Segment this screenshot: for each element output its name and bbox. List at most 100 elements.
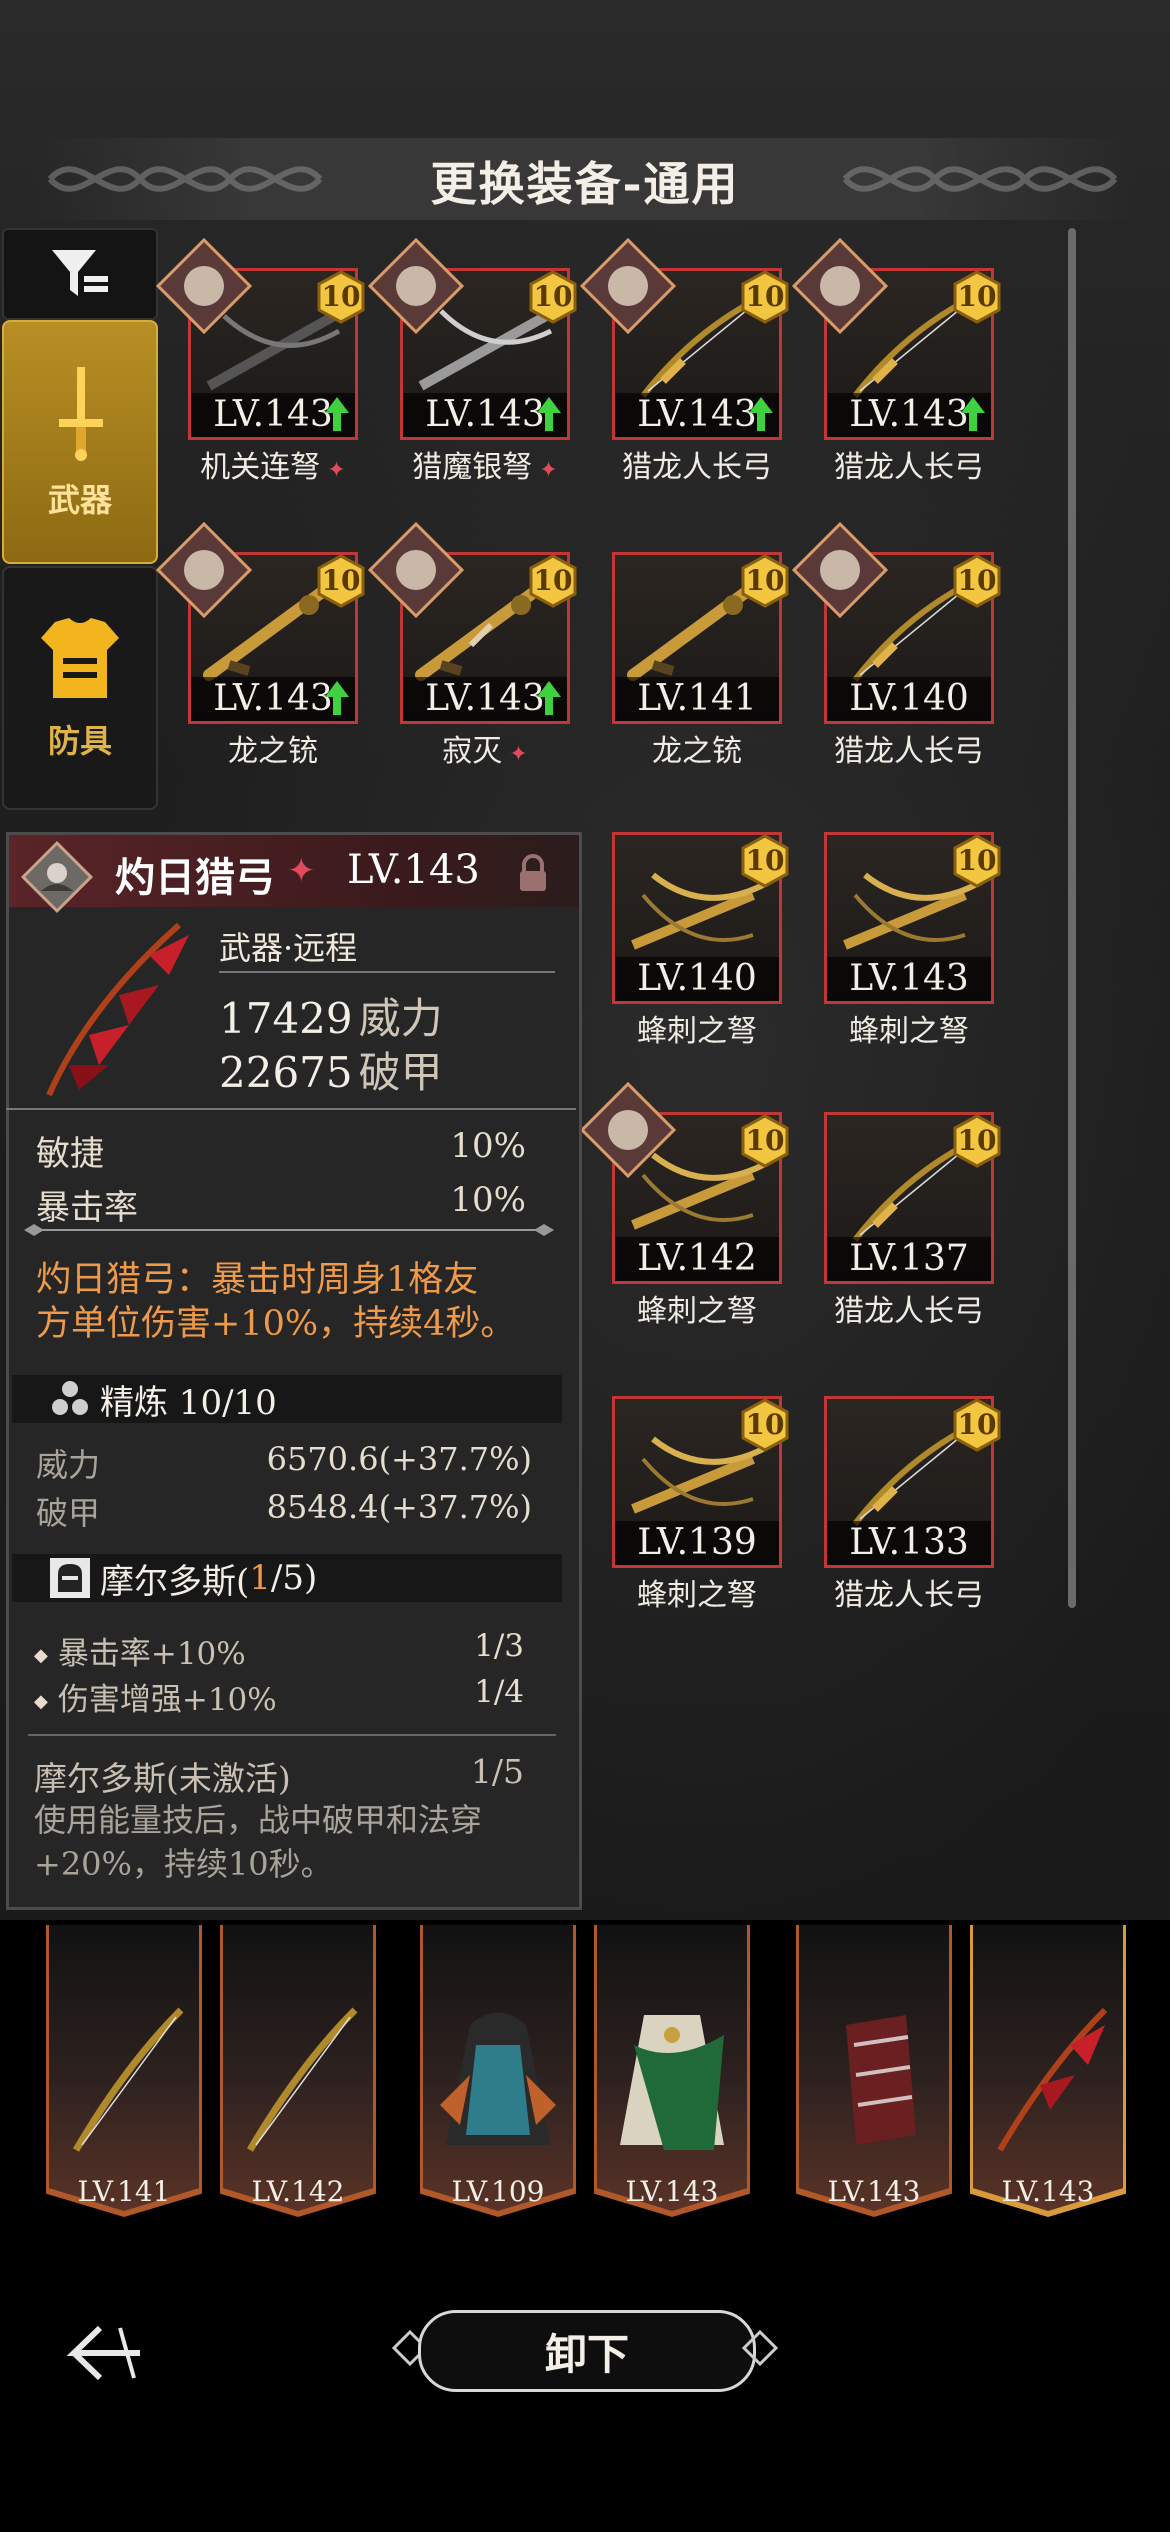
equipment-slot[interactable]: LV.143 10 龙之铳 (155, 521, 400, 782)
equipment-name: 猎龙人长弓 (804, 726, 1014, 770)
stat-value: 10% (450, 1126, 526, 1166)
ornament-right-icon (742, 2330, 778, 2366)
equipment-slot[interactable]: LV.143 10 猎魔银弩 ✦ (367, 237, 612, 498)
detail-weapon-image (46, 922, 189, 1097)
cloak-icon (440, 2012, 556, 2145)
equipment-slot[interactable]: LV.142 10 蜂刺之弩 (579, 1081, 824, 1342)
upgrade-arrow-icon (325, 397, 349, 431)
longbow-icon (72, 2007, 184, 2152)
equipped-slot-robe[interactable]: LV.143 (594, 1925, 750, 2225)
armor-icon (41, 618, 119, 698)
set-bonus-label: 摩尔多斯(未激活) (34, 1759, 291, 1798)
equipment-name-text: 龙之铳 (652, 734, 742, 769)
equipment-name-text: 蜂刺之弩 (637, 1294, 757, 1329)
equipment-name-text: 蜂刺之弩 (637, 1014, 757, 1049)
set-desc-line: 使用能量技后，战中破甲和法穿 (34, 1801, 483, 1839)
detail-header: 灼日猎弓 ✦ LV.143 (9, 835, 579, 914)
equipment-name-text: 蜂刺之弩 (637, 1578, 757, 1613)
equipped-slot-redbow[interactable]: LV.143 (970, 1925, 1126, 2225)
set-row-label: 暴击率+10% (57, 1636, 246, 1672)
equipment-name-text: 猎龙人长弓 (622, 450, 772, 485)
equipped-level: LV.142 (251, 2175, 345, 2208)
page-title: 更换装备-通用 (430, 157, 740, 211)
relic-icon: ✦ (287, 851, 316, 891)
relic-icon: ✦ (320, 458, 346, 483)
refine-level-text: 10 (957, 1408, 997, 1441)
set-total: /5) (270, 1558, 318, 1598)
equipment-name: 蜂刺之弩 (592, 1286, 802, 1330)
equipment-slot[interactable]: LV.137 10 猎龙人长弓 (824, 1112, 1036, 1342)
equipment-slot[interactable]: LV.143 10 蜂刺之弩 (824, 832, 1036, 1062)
refine-value: 8548.4(+37.7%) (266, 1488, 532, 1526)
back-arrow-icon[interactable] (60, 2318, 150, 2388)
refine-level-text: 10 (745, 1124, 785, 1157)
equipped-slot-longbow[interactable]: LV.141 (46, 1925, 202, 2225)
grid-scrollbar[interactable] (1068, 228, 1076, 1608)
refine-level-text: 10 (745, 280, 785, 313)
equipment-level: LV.137 (827, 1237, 991, 1281)
equipment-name: 猎龙人长弓 (804, 1286, 1014, 1330)
item-detail-panel: 灼日猎弓 ✦ LV.143 武器·远程 17429 威力 22675 破甲 (6, 832, 582, 1910)
equipment-level: LV.142 (615, 1237, 779, 1281)
equipment-slot[interactable]: LV.139 10 蜂刺之弩 (612, 1396, 824, 1626)
equipment-name: 蜂刺之弩 (804, 1006, 1014, 1050)
set-desc-line: +20%，持续10秒。 (34, 1845, 333, 1883)
equipment-name: 猎魔银弩 ✦ (380, 442, 590, 486)
tab-weapon[interactable]: 武器 (2, 320, 158, 564)
equipment-slot[interactable]: LV.143 10 寂灭 ✦ (367, 521, 612, 782)
unequip-button[interactable]: 卸下 (418, 2310, 756, 2392)
hero-portrait-icon (20, 840, 94, 914)
equipped-level: LV.141 (77, 2175, 171, 2208)
equipped-slot-cloak[interactable]: LV.109 (420, 1925, 576, 2225)
refine-level-badge: 10 (740, 1398, 790, 1452)
refine-level-text: 10 (321, 280, 361, 313)
refine-level-badge: 10 (952, 1398, 1002, 1452)
armor-label: 破甲 (358, 1048, 443, 1097)
set-row-value: 1/4 (474, 1674, 524, 1710)
refine-level-badge: 10 (952, 1114, 1002, 1168)
equipped-slot-longbow[interactable]: LV.142 (220, 1925, 376, 2225)
equipment-name: 龙之铳 (168, 726, 378, 770)
item-effect-text: 灼日猎弓：暴击时周身1格友 方单位伤害+10%，持续4秒。 (36, 1258, 546, 1346)
set-count: 1 (249, 1558, 271, 1598)
tab-armor[interactable]: 防具 (2, 566, 158, 810)
relic-icon: ✦ (532, 458, 558, 483)
refine-title: 精炼 10/10 (100, 1382, 277, 1423)
equipment-name: 猎龙人长弓 (592, 442, 802, 486)
equipment-slot[interactable]: LV.143 10 猎龙人长弓 (791, 237, 1036, 498)
equipped-slot-bracer[interactable]: LV.143 (796, 1925, 952, 2225)
equipment-slot[interactable]: LV.133 10 猎龙人长弓 (824, 1396, 1036, 1626)
refine-level-text: 10 (957, 1124, 997, 1157)
refine-value: 6570.6(+37.7%) (266, 1440, 532, 1478)
refine-level-text: 10 (533, 280, 573, 313)
scrollbar-thumb[interactable] (1068, 228, 1076, 1608)
set-row: ◆ 伤害增强+10% 1/4 (34, 1674, 524, 1719)
refine-label: 破甲 (36, 1494, 101, 1532)
set-row: ◆ 暴击率+10% 1/3 (34, 1628, 524, 1673)
equipment-name-text: 猎龙人长弓 (834, 734, 984, 769)
equipment-name: 蜂刺之弩 (592, 1006, 802, 1050)
power-label: 威力 (358, 994, 443, 1043)
equipment-name-text: 机关连弩 (200, 450, 321, 485)
equipment-name: 蜂刺之弩 (592, 1570, 802, 1614)
set-description: 使用能量技后，战中破甲和法穿 +20%，持续10秒。 (34, 1798, 554, 1886)
equipment-slot[interactable]: LV.141 10 龙之铳 (612, 552, 824, 782)
refine-label: 威力 (36, 1446, 101, 1484)
equipment-slot[interactable]: LV.140 10 蜂刺之弩 (612, 832, 824, 1062)
relic-icon: ✦ (502, 742, 528, 767)
helmet-icon (50, 1558, 90, 1598)
lock-icon[interactable] (515, 853, 551, 893)
filter-button[interactable] (2, 228, 158, 320)
effect-line: 灼日猎弓：暴击时周身1格友 (36, 1260, 479, 1300)
refine-level-badge: 10 (952, 270, 1002, 324)
equipment-slot[interactable]: LV.143 10 猎龙人长弓 (579, 237, 824, 498)
tab-armor-label: 防具 (47, 722, 112, 760)
equipment-slot[interactable]: LV.143 10 机关连弩 ✦ (155, 237, 400, 498)
set-separator (28, 1734, 556, 1736)
equipment-level: LV.133 (827, 1521, 991, 1565)
armor-break-stat: 22675 破甲 (219, 1039, 443, 1100)
tab-weapon-label: 武器 (47, 481, 112, 519)
equipment-name-text: 蜂刺之弩 (849, 1014, 969, 1049)
upgrade-arrow-icon (537, 397, 561, 431)
equipment-slot[interactable]: LV.140 10 猎龙人长弓 (791, 521, 1036, 782)
